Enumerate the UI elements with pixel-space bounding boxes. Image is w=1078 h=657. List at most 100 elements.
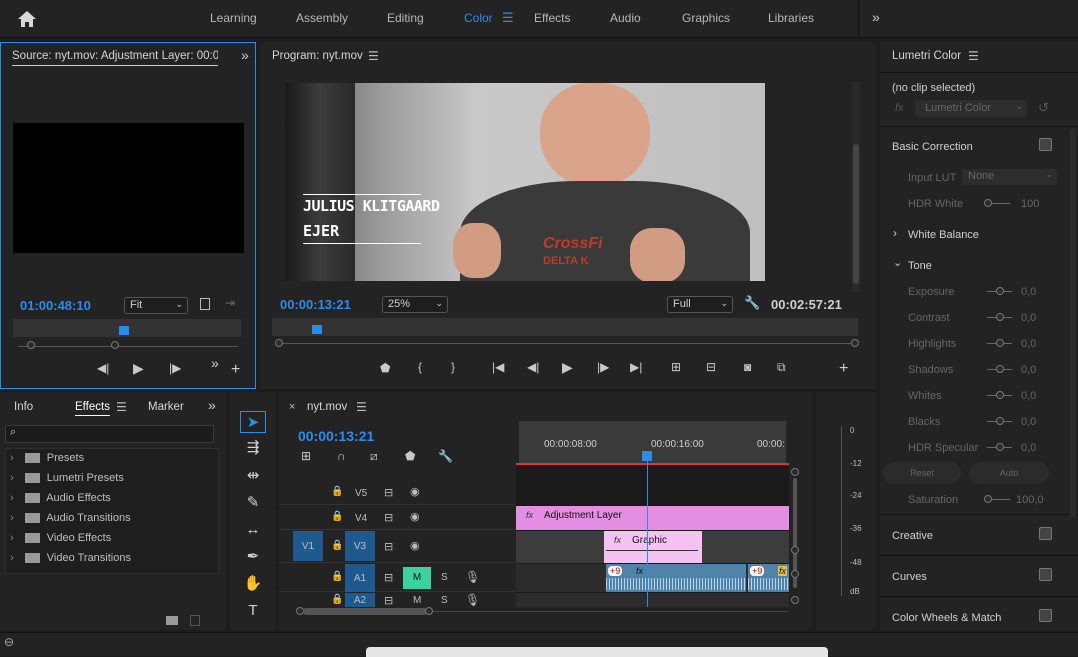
- track-target-v3[interactable]: V3: [345, 531, 375, 561]
- linked-selection-icon[interactable]: ⧄: [370, 449, 378, 464]
- scroll-handle[interactable]: [791, 546, 799, 554]
- lock-icon[interactable]: 🔒: [331, 486, 343, 497]
- reset-icon[interactable]: ↺: [1038, 100, 1049, 116]
- tone-value[interactable]: 0,0: [1021, 338, 1036, 350]
- scroll-handle-bottom[interactable]: [791, 596, 799, 604]
- hdr-white-slider[interactable]: [992, 203, 1010, 204]
- saturation-slider[interactable]: [992, 499, 1010, 500]
- white-balance-header[interactable]: White Balance: [908, 229, 979, 241]
- scrollbar-thumb[interactable]: [853, 144, 859, 284]
- selection-tool-icon[interactable]: ➤: [240, 411, 266, 433]
- double-chevron-right-icon[interactable]: »: [208, 397, 216, 413]
- lumetri-title[interactable]: Lumetri Color: [892, 50, 961, 62]
- tone-slider[interactable]: [1004, 291, 1012, 292]
- insert-icon[interactable]: ⇥: [225, 296, 235, 310]
- zoom-level-dropdown[interactable]: 25% ⌄: [382, 296, 448, 313]
- hdr-white-slider-knob[interactable]: [984, 199, 992, 207]
- zoom-handle-left[interactable]: [275, 339, 283, 347]
- color-wheels-checkbox[interactable]: [1039, 609, 1052, 622]
- adjustment-layer-clip[interactable]: fx Adjustment Layer: [516, 506, 789, 530]
- wrench-icon[interactable]: 🔧: [438, 449, 453, 463]
- auto-button[interactable]: Auto: [969, 462, 1049, 484]
- sync-lock-icon[interactable]: ⊟: [384, 571, 393, 584]
- timeline-timecode[interactable]: 00:00:13:21: [298, 428, 374, 444]
- creative-checkbox[interactable]: [1039, 527, 1052, 540]
- tab-effects[interactable]: Effects: [534, 11, 570, 25]
- pen-tool-icon[interactable]: ✒: [240, 546, 266, 568]
- audio-clip[interactable]: +9 fx: [748, 564, 789, 592]
- sync-lock-icon[interactable]: ⊟: [384, 511, 393, 524]
- saturation-value[interactable]: 100,0: [1016, 494, 1044, 506]
- list-item[interactable]: › Video Transitions: [10, 552, 131, 572]
- mark-in-icon[interactable]: {: [418, 360, 422, 374]
- razor-tool-icon[interactable]: ✎: [240, 492, 266, 514]
- tone-value[interactable]: 0,0: [1021, 442, 1036, 454]
- tab-audio[interactable]: Audio: [610, 11, 641, 25]
- chevron-right-icon[interactable]: ›: [893, 226, 897, 240]
- tone-slider-knob[interactable]: [996, 365, 1004, 373]
- tone-slider-knob[interactable]: [996, 417, 1004, 425]
- lock-icon[interactable]: 🔒: [331, 594, 343, 605]
- timeline-vertical-scroll[interactable]: [791, 468, 799, 604]
- lock-icon[interactable]: 🔒: [331, 571, 343, 582]
- tone-header[interactable]: Tone: [908, 260, 932, 272]
- tone-value[interactable]: 0,0: [1021, 312, 1036, 324]
- tone-value[interactable]: 0,0: [1021, 286, 1036, 298]
- trash-icon[interactable]: [190, 615, 200, 626]
- tab-libraries[interactable]: Libraries: [768, 11, 814, 25]
- play-icon[interactable]: ▶: [562, 359, 573, 376]
- tone-slider-knob[interactable]: [996, 287, 1004, 295]
- basic-correction-checkbox[interactable]: [1039, 138, 1052, 151]
- color-wheels-header[interactable]: Color Wheels & Match: [892, 612, 1001, 624]
- tab-assembly[interactable]: Assembly: [296, 11, 348, 25]
- tone-value[interactable]: 0,0: [1021, 416, 1036, 428]
- hamburger-menu-icon[interactable]: ☰: [368, 49, 379, 63]
- scroll-handle[interactable]: [791, 570, 799, 578]
- creative-header[interactable]: Creative: [892, 530, 933, 542]
- source-monitor-title[interactable]: Source: nyt.mov: Adjustment Layer: 00:00: [12, 50, 218, 66]
- saturation-slider-knob[interactable]: [984, 495, 992, 503]
- tone-slider[interactable]: [1004, 395, 1012, 396]
- step-back-icon[interactable]: ◀|: [527, 360, 539, 374]
- playback-resolution-dropdown[interactable]: Full ⌄: [667, 296, 733, 313]
- opacity-line[interactable]: [606, 550, 698, 551]
- source-playhead[interactable]: [119, 326, 129, 335]
- double-chevron-right-icon[interactable]: »: [211, 355, 219, 371]
- source-fit-dropdown[interactable]: Fit ⌄: [124, 297, 188, 314]
- audio-clip[interactable]: +9 fx: [606, 564, 746, 592]
- track-select-tool-icon[interactable]: ⇶: [240, 437, 266, 459]
- mute-button[interactable]: M: [403, 567, 431, 589]
- basic-correction-header[interactable]: Basic Correction: [892, 141, 973, 153]
- program-monitor-title[interactable]: Program: nyt.mov: [272, 50, 363, 62]
- mute-button[interactable]: M: [413, 595, 421, 606]
- program-playhead[interactable]: [312, 325, 322, 334]
- program-scrollbar[interactable]: [852, 82, 860, 292]
- hand-tool-icon[interactable]: ✋: [240, 573, 266, 595]
- step-forward-icon[interactable]: |▶: [597, 360, 609, 374]
- tone-slider[interactable]: [1004, 343, 1012, 344]
- sync-lock-icon[interactable]: ⊟: [384, 486, 393, 499]
- type-tool-icon[interactable]: T: [240, 600, 266, 622]
- solo-button[interactable]: S: [441, 572, 448, 583]
- go-to-out-icon[interactable]: ▶|: [630, 360, 642, 374]
- new-bin-folder-icon[interactable]: [166, 616, 178, 625]
- sync-lock-icon[interactable]: ⊟: [384, 540, 393, 553]
- go-to-in-icon[interactable]: |◀: [492, 360, 504, 374]
- insert-sequence-icon[interactable]: ⊞: [301, 449, 311, 463]
- track-area[interactable]: fx Adjustment Layer fx Graphic +9 fx +9 …: [516, 459, 789, 607]
- home-icon[interactable]: [16, 9, 38, 29]
- tab-editing[interactable]: Editing: [387, 11, 424, 25]
- hamburger-menu-icon[interactable]: ☰: [356, 400, 367, 414]
- scroll-handle-top[interactable]: [791, 468, 799, 476]
- settings-icon[interactable]: [200, 298, 210, 310]
- tone-slider-knob[interactable]: [996, 443, 1004, 451]
- lift-icon[interactable]: ⊞: [671, 360, 681, 374]
- step-forward-icon[interactable]: |▶: [169, 361, 181, 375]
- eye-icon[interactable]: ◉: [410, 539, 420, 552]
- program-video-frame[interactable]: CrossFi DELTA K JULIUS KLITGAARD EJER: [285, 83, 765, 281]
- tone-slider-knob[interactable]: [996, 391, 1004, 399]
- tone-value[interactable]: 0,0: [1021, 390, 1036, 402]
- tab-learning[interactable]: Learning: [210, 11, 257, 25]
- list-item[interactable]: › Video Effects: [10, 532, 111, 552]
- program-zoom-bar[interactable]: [280, 343, 858, 344]
